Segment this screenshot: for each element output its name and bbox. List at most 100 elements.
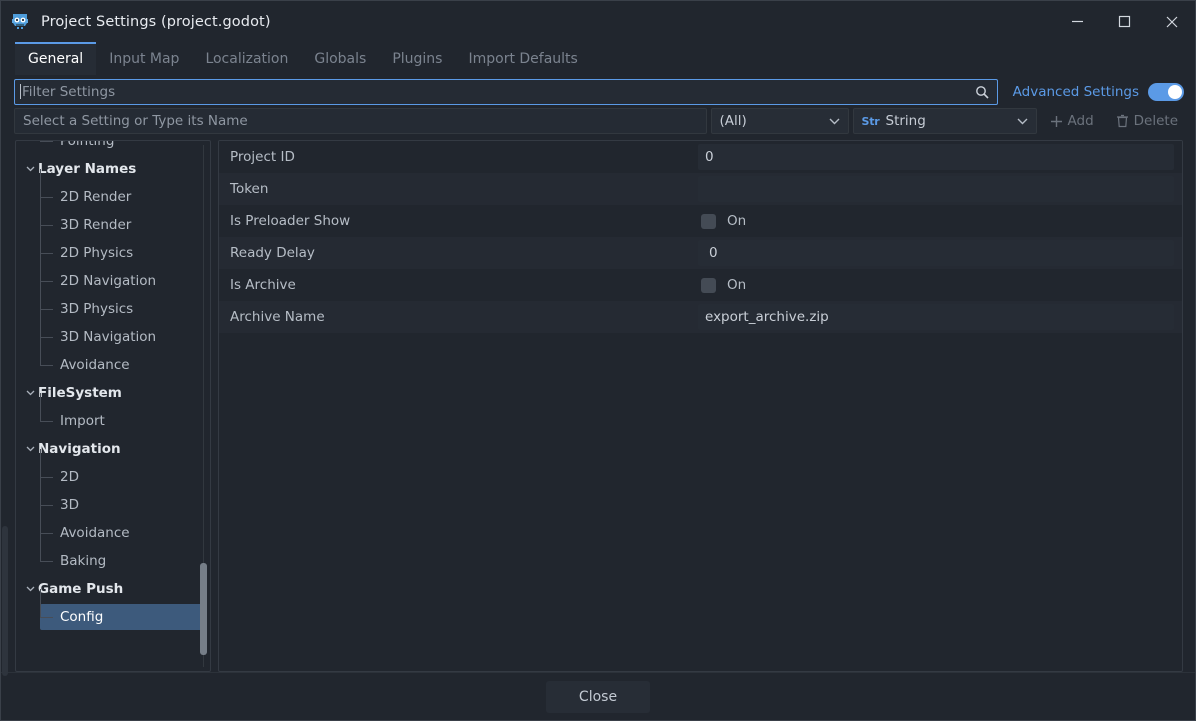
chevron-down-icon[interactable] [22,586,38,592]
add-label: Add [1067,113,1094,129]
tree-item-label: Avoidance [60,357,130,373]
godot-robot-icon [10,12,30,31]
tree-scrollbar[interactable] [200,145,207,667]
delete-setting-button[interactable]: Delete [1107,108,1187,134]
tree-item-label: Import [60,413,105,429]
tree-guide [38,169,60,211]
string-type-icon: Str [861,114,880,128]
tree-item-label: 2D Navigation [60,273,157,289]
tree-item-nav-2d[interactable]: 2D [16,449,210,491]
window-controls [1054,1,1195,42]
tree-item-nav-3d[interactable]: 3D [16,477,210,519]
setting-value: export_archive.zip [698,301,1182,333]
tree-item-3d-navigation[interactable]: 3D Navigation [16,309,210,351]
tree-guide [38,197,60,239]
tab-label: Localization [205,50,289,67]
chevron-down-icon[interactable] [22,446,38,452]
plus-icon [1050,115,1063,128]
checkbox-icon[interactable] [701,213,716,229]
tree-guide [38,533,60,575]
tree-guide [38,393,60,435]
tab-input-map[interactable]: Input Map [96,42,192,75]
tree-item-config[interactable]: Config [16,589,210,631]
token-input[interactable] [698,176,1174,202]
tree-item-nav-avoidance[interactable]: Avoidance [16,505,210,547]
tab-globals[interactable]: Globals [301,42,379,75]
type-select-value: String [885,113,926,129]
tree-guide [38,337,60,379]
category-select[interactable]: (All) [710,108,849,134]
scrollbar-thumb[interactable] [200,563,207,655]
tree-guide [38,225,60,267]
trash-icon [1116,114,1129,128]
is-archive-checkbox[interactable]: On [698,269,1174,301]
tree-guide [38,589,60,631]
tree-guide [38,281,60,323]
window-scrollbar[interactable] [2,136,8,676]
search-icon[interactable] [975,85,989,99]
chevron-down-icon[interactable] [22,166,38,172]
tree-item-2d-physics[interactable]: 2D Physics [16,225,210,267]
tree-guide [38,477,60,519]
tab-plugins[interactable]: Plugins [379,42,455,75]
tree-item-navigation[interactable]: Navigation [16,435,210,463]
tab-import-defaults[interactable]: Import Defaults [455,42,590,75]
tree-item-label: 2D [60,469,79,485]
tree-item-layer-names[interactable]: Layer Names [16,155,210,183]
tree-item-3d-physics[interactable]: 3D Physics [16,281,210,323]
tree-item-baking[interactable]: Baking [16,533,210,575]
setting-name-input[interactable]: Select a Setting or Type its Name [14,108,707,134]
tree-guide [38,141,60,155]
is-preloader-show-checkbox[interactable]: On [698,205,1174,237]
maximize-button[interactable] [1101,1,1148,42]
project-id-input[interactable]: 0 [698,144,1174,170]
title-bar: Project Settings (project.godot) [1,1,1195,42]
project-settings-window: Project Settings (project.godot) General… [0,0,1196,721]
close-dialog-button[interactable]: Close [546,680,650,713]
tab-label: Globals [314,50,367,67]
ready-delay-input[interactable]: 0 [698,240,1174,266]
setting-label: Is Preloader Show [230,213,351,229]
setting-row-project-id: Project ID 0 [219,141,1182,173]
tree-item-2d-render[interactable]: 2D Render [16,169,210,211]
tree-item-label: 3D Navigation [60,329,157,345]
close-button-label: Close [578,688,618,705]
setting-value: On [698,269,1182,301]
filter-row: Filter Settings Advanced Settings [1,75,1195,108]
setting-value: 0 [698,141,1182,173]
tree-item-import[interactable]: Import [16,393,210,435]
tree-item-filesystem[interactable]: FileSystem [16,379,210,407]
tab-general[interactable]: General [15,42,97,75]
setting-value [698,173,1182,205]
archive-name-input[interactable]: export_archive.zip [698,304,1174,330]
setting-row-ready-delay: Ready Delay 0 [219,237,1182,269]
tree-item-avoidance-layers[interactable]: Avoidance [16,337,210,379]
chevron-down-icon [1017,118,1028,125]
scrollbar-thumb[interactable] [2,526,8,676]
tree-item-2d-navigation[interactable]: 2D Navigation [16,253,210,295]
tree-guide [38,309,60,351]
setting-row-token: Token [219,173,1182,205]
tree-item-pointing[interactable]: Pointing [16,141,210,155]
tree-item-label: Baking [60,553,107,569]
tab-localization[interactable]: Localization [192,42,301,75]
add-setting-button[interactable]: Add [1041,108,1103,134]
close-button[interactable] [1148,1,1195,42]
setting-row-is-preloader-show: Is Preloader Show On [219,205,1182,237]
advanced-settings-control[interactable]: Advanced Settings [1012,82,1184,101]
filter-settings-input[interactable]: Filter Settings [14,78,998,105]
minimize-button[interactable] [1054,1,1101,42]
tree-item-3d-render[interactable]: 3D Render [16,197,210,239]
tree-guide [38,253,60,295]
tree-item-label: FileSystem [38,385,122,401]
setting-value: On [698,205,1182,237]
tree-item-label: 2D Physics [60,245,134,261]
advanced-settings-toggle[interactable] [1148,82,1184,101]
checkbox-icon[interactable] [701,277,716,293]
tree-guide [38,505,60,547]
advanced-settings-label: Advanced Settings [1012,83,1139,100]
type-select[interactable]: Str String [852,108,1037,134]
tree-item-game-push[interactable]: Game Push [16,575,210,603]
tree-item-label: Avoidance [60,525,130,541]
chevron-down-icon[interactable] [22,390,38,396]
